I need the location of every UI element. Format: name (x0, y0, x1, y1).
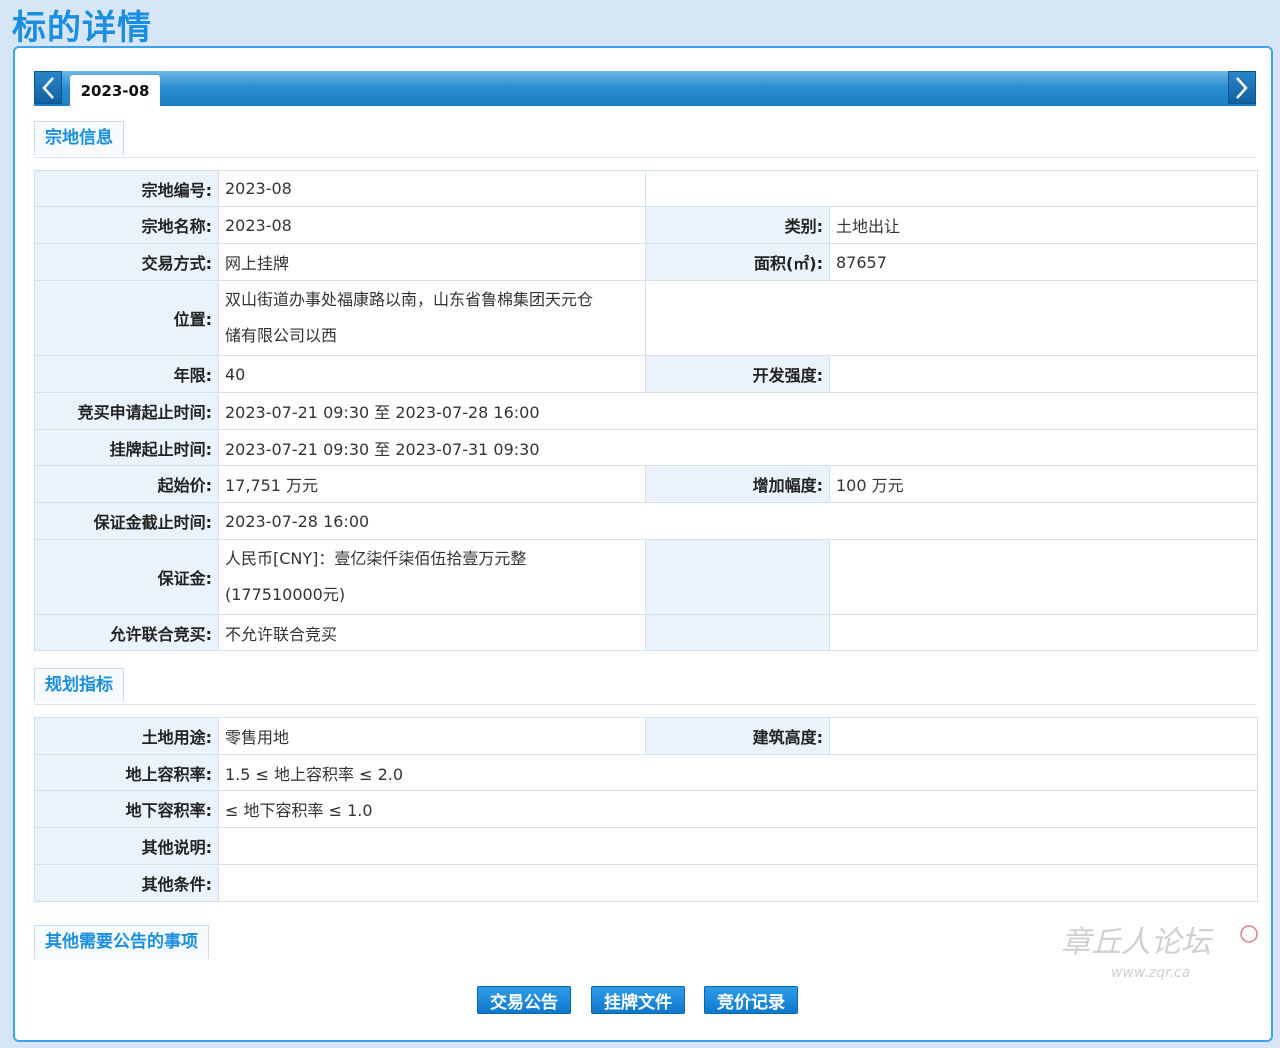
value-location: 双山街道办事处福康路以南，山东省鲁棉集团天元仓 储有限公司以西 (218, 280, 646, 356)
table-row: 竞买申请起止时间: 2023-07-21 09:30 至 2023-07-28 … (34, 392, 1258, 430)
next-tab-button[interactable] (1228, 71, 1256, 104)
value-other-conditions (218, 864, 1258, 902)
section-title-parcel-info: 宗地信息 (34, 121, 124, 155)
chevron-left-icon (42, 76, 54, 99)
section-parcel-info: 宗地信息 (34, 121, 1256, 158)
label-listing-period: 挂牌起止时间: (34, 429, 219, 466)
table-row: 宗地名称: 2023-08 类别: 土地出让 (34, 206, 1258, 244)
section-title-planning: 规划指标 (34, 668, 124, 702)
label-location: 位置: (34, 280, 219, 356)
bid-records-button[interactable]: 竞价记录 (704, 986, 798, 1014)
table-row: 地下容积率: ≤ 地下容积率 ≤ 1.0 (34, 790, 1258, 828)
empty-cell (829, 614, 1258, 651)
planning-table: 土地用途: 零售用地 建筑高度: 地上容积率: 1.5 ≤ 地上容积率 ≤ 2.… (34, 717, 1258, 902)
page-title: 标的详情 (12, 8, 152, 48)
label-term: 年限: (34, 355, 219, 393)
value-joint-bid: 不允许联合竞买 (218, 614, 646, 651)
value-trade-method: 网上挂牌 (218, 243, 646, 281)
value-category: 土地出让 (829, 206, 1258, 244)
tab-bar: 2023-08 (34, 71, 1256, 106)
value-term: 40 (218, 355, 646, 393)
empty-cell (645, 614, 830, 651)
announcement-button[interactable]: 交易公告 (477, 986, 571, 1014)
empty-cell (645, 170, 1258, 207)
label-category: 类别: (645, 206, 830, 244)
label-far-below: 地下容积率: (34, 790, 219, 828)
label-dev-intensity: 开发强度: (645, 355, 830, 393)
listing-docs-button[interactable]: 挂牌文件 (591, 986, 685, 1014)
label-other-notes: 其他说明: (34, 827, 219, 865)
svg-text:www.zqr.ca: www.zqr.ca (1111, 965, 1190, 981)
value-parcel-name: 2023-08 (218, 206, 646, 244)
table-row: 允许联合竞买: 不允许联合竞买 (34, 614, 1258, 651)
label-joint-bid: 允许联合竞买: (34, 614, 219, 651)
label-increment: 增加幅度: (645, 465, 830, 503)
value-far-below: ≤ 地下容积率 ≤ 1.0 (218, 790, 1258, 828)
value-other-notes (218, 827, 1258, 865)
value-increment: 100 万元 (829, 465, 1258, 503)
value-deposit-deadline: 2023-07-28 16:00 (218, 502, 1258, 540)
deposit-line-1: 人民币[CNY]：壹亿柒仟柒佰伍拾壹万元整 (225, 549, 527, 568)
label-parcel-name: 宗地名称: (34, 206, 219, 244)
label-area: 面积(㎡): (645, 243, 830, 281)
label-far-above: 地上容积率: (34, 754, 219, 791)
table-row: 其他条件: (34, 864, 1258, 902)
table-row: 宗地编号: 2023-08 (34, 170, 1258, 207)
table-row: 挂牌起止时间: 2023-07-21 09:30 至 2023-07-31 09… (34, 429, 1258, 466)
label-parcel-code: 宗地编号: (34, 170, 219, 207)
svg-text:章丘人论坛: 章丘人论坛 (1061, 925, 1214, 960)
section-planning: 规划指标 (34, 668, 1256, 705)
location-line-2: 储有限公司以西 (225, 326, 338, 345)
value-far-above: 1.5 ≤ 地上容积率 ≤ 2.0 (218, 754, 1258, 791)
value-listing-period: 2023-07-21 09:30 至 2023-07-31 09:30 (218, 429, 1258, 466)
table-row: 保证金截止时间: 2023-07-28 16:00 (34, 502, 1258, 540)
value-area: 87657 (829, 243, 1258, 281)
detail-panel: 2023-08 宗地信息 宗地编号: 2023-08 宗地名称: 2023-08… (13, 46, 1273, 1042)
parcel-info-table: 宗地编号: 2023-08 宗地名称: 2023-08 类别: 土地出让 交易方… (34, 170, 1258, 651)
value-deposit: 人民币[CNY]：壹亿柒仟柒佰伍拾壹万元整 (177510000元) (218, 539, 646, 615)
tab-2023-08[interactable]: 2023-08 (70, 75, 160, 106)
value-land-use: 零售用地 (218, 717, 646, 755)
table-row: 年限: 40 开发强度: (34, 355, 1258, 393)
table-row: 土地用途: 零售用地 建筑高度: (34, 717, 1258, 755)
label-start-price: 起始价: (34, 465, 219, 503)
label-deposit-deadline: 保证金截止时间: (34, 502, 219, 540)
value-start-price: 17,751 万元 (218, 465, 646, 503)
empty-cell (829, 539, 1258, 615)
value-parcel-code: 2023-08 (218, 170, 646, 207)
label-building-height: 建筑高度: (645, 717, 830, 755)
label-trade-method: 交易方式: (34, 243, 219, 281)
value-building-height (829, 717, 1258, 755)
table-row: 其他说明: (34, 827, 1258, 865)
table-row: 起始价: 17,751 万元 增加幅度: 100 万元 (34, 465, 1258, 503)
section-title-other-notices: 其他需要公告的事项 (34, 925, 209, 959)
label-apply-period: 竞买申请起止时间: (34, 392, 219, 430)
table-row: 地上容积率: 1.5 ≤ 地上容积率 ≤ 2.0 (34, 754, 1258, 791)
table-row: 保证金: 人民币[CNY]：壹亿柒仟柒佰伍拾壹万元整 (177510000元) (34, 539, 1258, 615)
label-deposit: 保证金: (34, 539, 219, 615)
watermark-logo: 章丘人论坛 www.zqr.ca (1061, 925, 1258, 981)
prev-tab-button[interactable] (34, 71, 62, 104)
location-line-1: 双山街道办事处福康路以南，山东省鲁棉集团天元仓 (225, 290, 594, 309)
value-apply-period: 2023-07-21 09:30 至 2023-07-28 16:00 (218, 392, 1258, 430)
empty-cell (645, 280, 1258, 356)
table-row: 位置: 双山街道办事处福康路以南，山东省鲁棉集团天元仓 储有限公司以西 (34, 280, 1258, 356)
table-row: 交易方式: 网上挂牌 面积(㎡): 87657 (34, 243, 1258, 281)
label-land-use: 土地用途: (34, 717, 219, 755)
value-dev-intensity (829, 355, 1258, 393)
deposit-line-2: (177510000元) (225, 585, 346, 604)
label-other-conditions: 其他条件: (34, 864, 219, 902)
chevron-right-icon (1236, 76, 1248, 99)
empty-cell (645, 539, 830, 615)
